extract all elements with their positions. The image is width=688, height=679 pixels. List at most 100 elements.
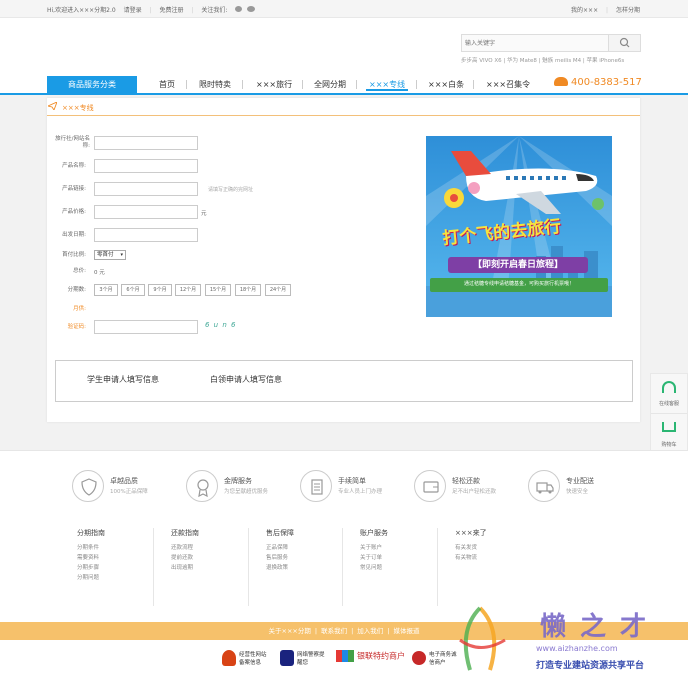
- watermark-slogan: 打造专业建站资源共享平台: [536, 661, 645, 671]
- footer-link[interactable]: 出现逾期: [171, 563, 199, 573]
- footer-link[interactable]: 有关发货: [455, 543, 487, 553]
- watermark-logo-text: 懒之才: [540, 612, 661, 642]
- period-option[interactable]: 12个月: [175, 284, 201, 296]
- badge-icon: [222, 650, 236, 666]
- footer-col-repay: 还款指南 还款流程 提前还款 出现逾期: [171, 529, 199, 573]
- how-installment-link[interactable]: 怎样分期: [616, 7, 640, 14]
- hot-search-words[interactable]: 步步高 VIVO X6 | 华为 Mate8 | 魅族 meilis M4 | …: [461, 56, 624, 64]
- footer-contact-link[interactable]: 联系我们: [321, 627, 347, 635]
- weibo-icon[interactable]: [235, 6, 243, 12]
- down-ratio-select[interactable]: 零首付 ▾: [94, 250, 126, 260]
- footer-link[interactable]: 有关物流: [455, 553, 487, 563]
- product-price-input[interactable]: [94, 205, 198, 219]
- nav-flash-sale[interactable]: 限时特卖: [199, 79, 231, 90]
- footer-col-account: 账户服务 关于账户 关于订单 常见问题: [360, 529, 388, 573]
- online-service-button[interactable]: 在线客服: [651, 374, 687, 414]
- nav-call[interactable]: ×××召集令: [486, 79, 530, 90]
- nav-travel[interactable]: ×××旅行: [256, 79, 292, 90]
- nav-all-installment[interactable]: 全网分期: [314, 79, 346, 90]
- clipboard-icon: [300, 470, 332, 502]
- label-down-ratio: 首付比例:: [62, 252, 86, 258]
- footer-about-link[interactable]: 关于×××分期: [269, 627, 311, 635]
- footer-link[interactable]: 提前还款: [171, 553, 199, 563]
- product-link-input[interactable]: [94, 182, 198, 196]
- medal-icon: [186, 470, 218, 502]
- floating-sidebar: 在线客服 购物车: [650, 373, 688, 455]
- label-agency: 旅行社/网站名称:: [55, 136, 90, 149]
- footer-link[interactable]: 退换政策: [266, 563, 294, 573]
- truck-icon: [528, 470, 560, 502]
- travel-banner[interactable]: 打个飞的去旅行 【即刻开启春日旅程】 通过秸糖专线申请秸糖基金，可购买旅行机票哦…: [426, 136, 612, 317]
- cart-label: 购物车: [661, 442, 677, 448]
- footer-link[interactable]: 分期问题: [77, 573, 105, 583]
- follow-label: 关注我们:: [201, 7, 228, 14]
- chevron-down-icon: ▾: [120, 252, 123, 258]
- footer-col-coming: ×××来了 有关发货 有关物流: [455, 529, 487, 563]
- label-total: 总价:: [73, 268, 86, 274]
- phone-icon: [554, 77, 568, 86]
- banner-note: 通过秸糖专线申请秸糖基金，可购买旅行机票哦！: [463, 281, 574, 287]
- police-icon: [280, 650, 294, 666]
- captcha-input[interactable]: [94, 320, 198, 334]
- label-captcha: 验证码:: [67, 324, 86, 330]
- footer-link[interactable]: 关于订单: [360, 553, 388, 563]
- total-value: 0 元: [94, 270, 105, 276]
- my-account-link[interactable]: 我的×××: [571, 7, 598, 14]
- period-option[interactable]: 24个月: [265, 284, 291, 296]
- link-hint: 请填写正确的完网址: [208, 187, 254, 193]
- agency-input[interactable]: [94, 136, 198, 150]
- cart-button[interactable]: 购物车: [651, 415, 687, 455]
- register-link[interactable]: 免费注册: [160, 7, 184, 14]
- footer-link[interactable]: 常见问题: [360, 563, 388, 573]
- cert-icp[interactable]: 经营性网站备案信息: [222, 650, 271, 670]
- watermark-url: www.aizhanzhe.com: [536, 644, 618, 653]
- product-name-input[interactable]: [94, 159, 198, 173]
- captcha-image[interactable]: 6 u n 6: [205, 321, 236, 329]
- login-link[interactable]: 请登录: [124, 7, 142, 14]
- down-ratio-value: 零首付: [97, 252, 114, 258]
- label-depart-date: 出发日期:: [62, 232, 86, 238]
- period-option[interactable]: 6个月: [121, 284, 145, 296]
- footer-link[interactable]: 分期步骤: [77, 563, 105, 573]
- wallet-icon: [414, 470, 446, 502]
- footer-col-guide: 分期指南 分期条件 需要资料 分期步骤 分期问题: [77, 529, 105, 583]
- footer-join-link[interactable]: 加入我们: [357, 627, 383, 635]
- banner-subheadline: 【即刻开启春日旅程】: [448, 257, 588, 273]
- footer-col-aftersale: 售后保障 正品保障 售后服务 退换政策: [266, 529, 294, 573]
- footer-link[interactable]: 售后服务: [266, 553, 294, 563]
- footer-link[interactable]: 关于账户: [360, 543, 388, 553]
- hotline: 400-8383-517: [554, 77, 642, 88]
- search-input[interactable]: [462, 35, 608, 51]
- nav-white-strip[interactable]: ×××白条: [428, 79, 464, 90]
- panel-header: ×××专线: [46, 99, 640, 116]
- nav-active-indicator: [366, 89, 408, 91]
- label-product-link: 产品链接:: [62, 186, 86, 192]
- period-option[interactable]: 3个月: [94, 284, 118, 296]
- footer-link[interactable]: 正品保障: [266, 543, 294, 553]
- period-option[interactable]: 18个月: [235, 284, 261, 296]
- footer-link[interactable]: 还款流程: [171, 543, 199, 553]
- depart-date-input[interactable]: [94, 228, 198, 242]
- period-option[interactable]: 15个月: [205, 284, 231, 296]
- applicant-tabs: 学生申请人填写信息 白领申请人填写信息: [55, 360, 633, 402]
- category-button[interactable]: 商品服务分类: [47, 76, 137, 93]
- hotline-number: 400-8383-517: [571, 77, 642, 88]
- search-button[interactable]: [608, 35, 640, 51]
- cert-police[interactable]: 网络警察提醒您: [280, 650, 329, 670]
- wechat-icon[interactable]: [247, 6, 256, 12]
- student-apply-tab[interactable]: 学生申请人填写信息: [87, 374, 159, 385]
- price-unit: 元: [201, 211, 207, 217]
- nav-home[interactable]: 首页: [159, 79, 175, 90]
- watermark-logo-icon: [459, 606, 506, 671]
- search-box: [461, 34, 641, 52]
- white-collar-apply-tab[interactable]: 白领申请人填写信息: [210, 374, 282, 385]
- footer-link[interactable]: 需要资料: [77, 553, 105, 563]
- label-product-price: 产品价格:: [62, 209, 86, 215]
- period-option[interactable]: 9个月: [148, 284, 172, 296]
- cart-icon: [662, 422, 676, 432]
- footer-media-link[interactable]: 媒体报道: [393, 627, 419, 635]
- paper-plane-icon: [46, 101, 58, 111]
- footer-link[interactable]: 分期条件: [77, 543, 105, 553]
- cert-unionpay[interactable]: 银联特约商户: [336, 650, 405, 670]
- panel-title: ×××专线: [62, 104, 94, 112]
